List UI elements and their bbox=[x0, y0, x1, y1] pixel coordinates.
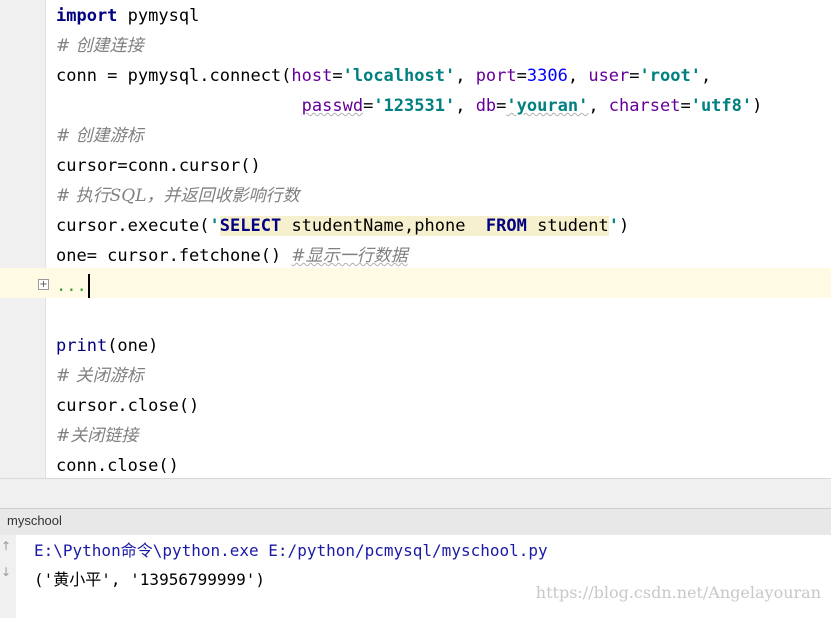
code-line-12[interactable]: print(one) bbox=[56, 331, 158, 361]
code-line-8[interactable]: cursor.execute('SELECT studentName,phone… bbox=[56, 211, 629, 241]
code-text: conn.close() bbox=[56, 456, 179, 476]
run-output-line: ('黄小平', '13956799999') bbox=[34, 570, 266, 589]
panel-divider[interactable] bbox=[0, 478, 831, 509]
code-line-7[interactable]: # 执行SQL，并返回收影响行数 bbox=[56, 181, 300, 211]
sql-text: studentName,phone bbox=[281, 216, 486, 236]
editor-gutter bbox=[0, 0, 46, 478]
comment: #关闭链接 bbox=[56, 426, 139, 446]
code-line-13[interactable]: # 关闭游标 bbox=[56, 361, 144, 391]
code-text: pymysql bbox=[117, 6, 200, 26]
folded-code[interactable]: ... bbox=[56, 276, 87, 296]
close-paren: ) bbox=[752, 96, 763, 116]
code-line-6[interactable]: cursor=conn.cursor() bbox=[56, 151, 261, 181]
operator: = bbox=[516, 66, 527, 86]
separator: , bbox=[455, 96, 476, 116]
code-text: cursor.close() bbox=[56, 396, 200, 416]
code-line-3[interactable]: conn = pymysql.connect(host='localhost',… bbox=[56, 61, 711, 91]
operator: = bbox=[680, 96, 691, 116]
code-line-2[interactable]: # 创建连接 bbox=[56, 31, 144, 61]
param-name: passwd bbox=[301, 96, 364, 116]
code-text: conn = pymysql.connect( bbox=[56, 66, 292, 86]
code-text: one= cursor.fetchone() bbox=[56, 246, 292, 266]
code-line-4[interactable]: passwd='123531', db='youran', charset='u… bbox=[56, 91, 763, 121]
run-tool-window-header[interactable]: myschool bbox=[0, 508, 831, 536]
string-quote: ' bbox=[608, 216, 619, 236]
separator: , bbox=[700, 66, 712, 86]
operator: = bbox=[496, 96, 507, 116]
up-arrow-icon[interactable]: ↑ bbox=[1, 539, 11, 553]
run-command-line: E:\Python命令\python.exe E:/python/pcmysql… bbox=[34, 541, 548, 560]
comment: # 执行SQL，并返回收影响行数 bbox=[56, 186, 300, 206]
separator: , bbox=[455, 66, 476, 86]
code-line-5[interactable]: # 创建游标 bbox=[56, 121, 144, 151]
code-editor[interactable]: import pymysql # 创建连接 conn = pymysql.con… bbox=[0, 0, 831, 478]
code-line-16[interactable]: conn.close() bbox=[56, 451, 179, 478]
sql-injection: SELECT studentName,phone FROM student bbox=[219, 216, 609, 236]
string-quote: ' bbox=[209, 216, 220, 236]
number-literal: 3306 bbox=[526, 66, 568, 86]
code-text: cursor=conn.cursor() bbox=[56, 156, 261, 176]
param-name: user bbox=[588, 66, 630, 86]
string-literal: '123531' bbox=[373, 96, 456, 116]
param-name: db bbox=[475, 96, 497, 116]
current-line-highlight bbox=[0, 268, 831, 298]
run-config-label[interactable]: myschool bbox=[7, 513, 62, 528]
sql-text: student bbox=[526, 216, 609, 236]
down-arrow-icon[interactable]: ↓ bbox=[1, 565, 11, 579]
sql-keyword: FROM bbox=[485, 216, 527, 236]
run-output-panel[interactable]: ↑ ↓ E:\Python命令\python.exe E:/python/pcm… bbox=[0, 535, 831, 618]
sql-keyword: SELECT bbox=[219, 216, 282, 236]
code-text: cursor.execute( bbox=[56, 216, 210, 236]
separator: , bbox=[588, 96, 609, 116]
comment: # 创建连接 bbox=[56, 36, 144, 56]
builtin-function: print bbox=[56, 336, 108, 356]
string-literal: 'youran' bbox=[506, 96, 589, 116]
code-line-14[interactable]: cursor.close() bbox=[56, 391, 199, 421]
close-paren: ) bbox=[619, 216, 630, 236]
operator: = bbox=[629, 66, 640, 86]
text-caret bbox=[87, 274, 90, 298]
run-toolbar: ↑ ↓ bbox=[0, 535, 16, 618]
watermark-text: https://blog.csdn.net/Angelayouran bbox=[535, 583, 821, 602]
code-line-10[interactable]: ... bbox=[56, 271, 90, 301]
code-text: (one) bbox=[107, 336, 159, 356]
comment: # 关闭游标 bbox=[56, 366, 144, 386]
operator: = bbox=[363, 96, 374, 116]
comment: # 创建游标 bbox=[56, 126, 144, 146]
string-literal: 'utf8' bbox=[690, 96, 753, 116]
operator: = bbox=[332, 66, 343, 86]
code-line-15[interactable]: #关闭链接 bbox=[56, 421, 138, 451]
code-line-9[interactable]: one= cursor.fetchone() #显示一行数据 bbox=[56, 241, 408, 271]
string-literal: 'root' bbox=[639, 66, 701, 86]
string-literal: 'localhost' bbox=[342, 66, 456, 86]
keyword: import bbox=[56, 6, 118, 26]
separator: , bbox=[567, 66, 589, 86]
expand-fold-icon[interactable]: + bbox=[38, 279, 49, 290]
comment: #显示一行数据 bbox=[291, 246, 408, 266]
param-name: port bbox=[475, 66, 517, 86]
param-name: charset bbox=[608, 96, 681, 116]
code-line-1[interactable]: import pymysql bbox=[56, 1, 199, 31]
param-name: host bbox=[291, 66, 333, 86]
